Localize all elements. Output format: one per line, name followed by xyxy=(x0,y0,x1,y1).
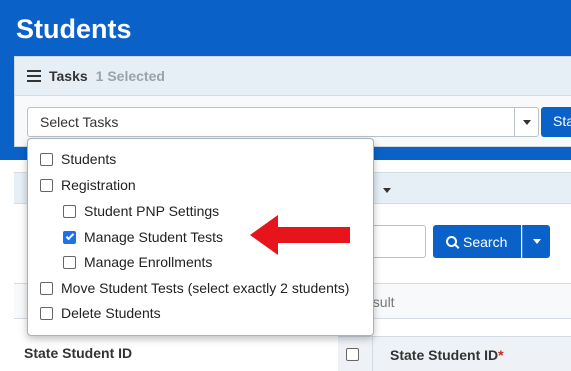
table-header-row: State Student ID* xyxy=(338,336,571,371)
select-tasks-value: Select Tasks xyxy=(40,114,119,130)
task-option-label: Manage Student Tests xyxy=(84,229,224,245)
column-divider xyxy=(372,337,373,371)
task-option-label: Students xyxy=(61,151,117,167)
task-option-label: Registration xyxy=(61,177,136,193)
task-option-manage-student-tests[interactable]: Manage Student Tests xyxy=(63,227,223,247)
task-option-label: Student PNP Settings xyxy=(84,203,220,219)
required-marker: * xyxy=(498,347,504,363)
task-option-students[interactable]: Students xyxy=(40,149,116,169)
red-arrow-annotation xyxy=(250,215,350,255)
search-button[interactable]: Search xyxy=(433,225,521,258)
tasks-panel: Tasks 1 Selected Select Tasks Sta xyxy=(14,56,571,147)
arrow-shape xyxy=(250,215,350,255)
check-icon xyxy=(65,231,74,241)
task-option-move-student-tests[interactable]: Move Student Tests (select exactly 2 stu… xyxy=(40,278,349,298)
page-header: Students Tasks 1 Selected Select Tasks S… xyxy=(0,0,571,160)
checkbox[interactable] xyxy=(40,152,53,166)
checkbox[interactable] xyxy=(40,281,53,295)
left-column-header: State Student ID xyxy=(24,345,133,361)
column-header-label: State Student ID xyxy=(390,347,499,363)
page-title: Students xyxy=(16,14,132,44)
task-option-label: Manage Enrollments xyxy=(84,254,213,270)
checkbox[interactable] xyxy=(40,306,53,320)
task-option-label: Move Student Tests (select exactly 2 stu… xyxy=(61,280,350,296)
tasks-bar: Tasks 1 Selected xyxy=(15,57,571,96)
task-option-manage-enrollments[interactable]: Manage Enrollments xyxy=(63,252,212,272)
tasks-label: Tasks xyxy=(49,68,88,84)
tasks-selected-count: 1 Selected xyxy=(95,68,165,84)
search-button-label: Search xyxy=(463,233,508,250)
chevron-down-icon[interactable] xyxy=(383,188,391,193)
search-options-button[interactable] xyxy=(522,225,550,258)
task-option-delete-students[interactable]: Delete Students xyxy=(40,303,161,323)
task-option-registration[interactable]: Registration xyxy=(40,175,136,195)
checkbox[interactable] xyxy=(63,255,76,269)
select-tasks-dropdown[interactable]: Select Tasks xyxy=(27,107,539,137)
state-student-id-column-header[interactable]: State Student ID* xyxy=(390,347,504,363)
checkbox[interactable] xyxy=(40,178,53,192)
chevron-down-icon xyxy=(532,239,541,244)
task-option-student-pnp-settings[interactable]: Student PNP Settings xyxy=(63,201,219,221)
checkbox[interactable] xyxy=(63,204,76,218)
select-all-checkbox[interactable] xyxy=(346,348,359,361)
start-button[interactable]: Sta xyxy=(541,107,571,137)
chevron-down-icon[interactable] xyxy=(514,108,538,136)
students-page: Students Tasks 1 Selected Select Tasks S… xyxy=(0,0,571,371)
task-option-label: Delete Students xyxy=(61,305,161,321)
search-icon xyxy=(446,236,457,247)
list-icon xyxy=(27,70,41,82)
checkbox-checked[interactable] xyxy=(63,230,76,244)
